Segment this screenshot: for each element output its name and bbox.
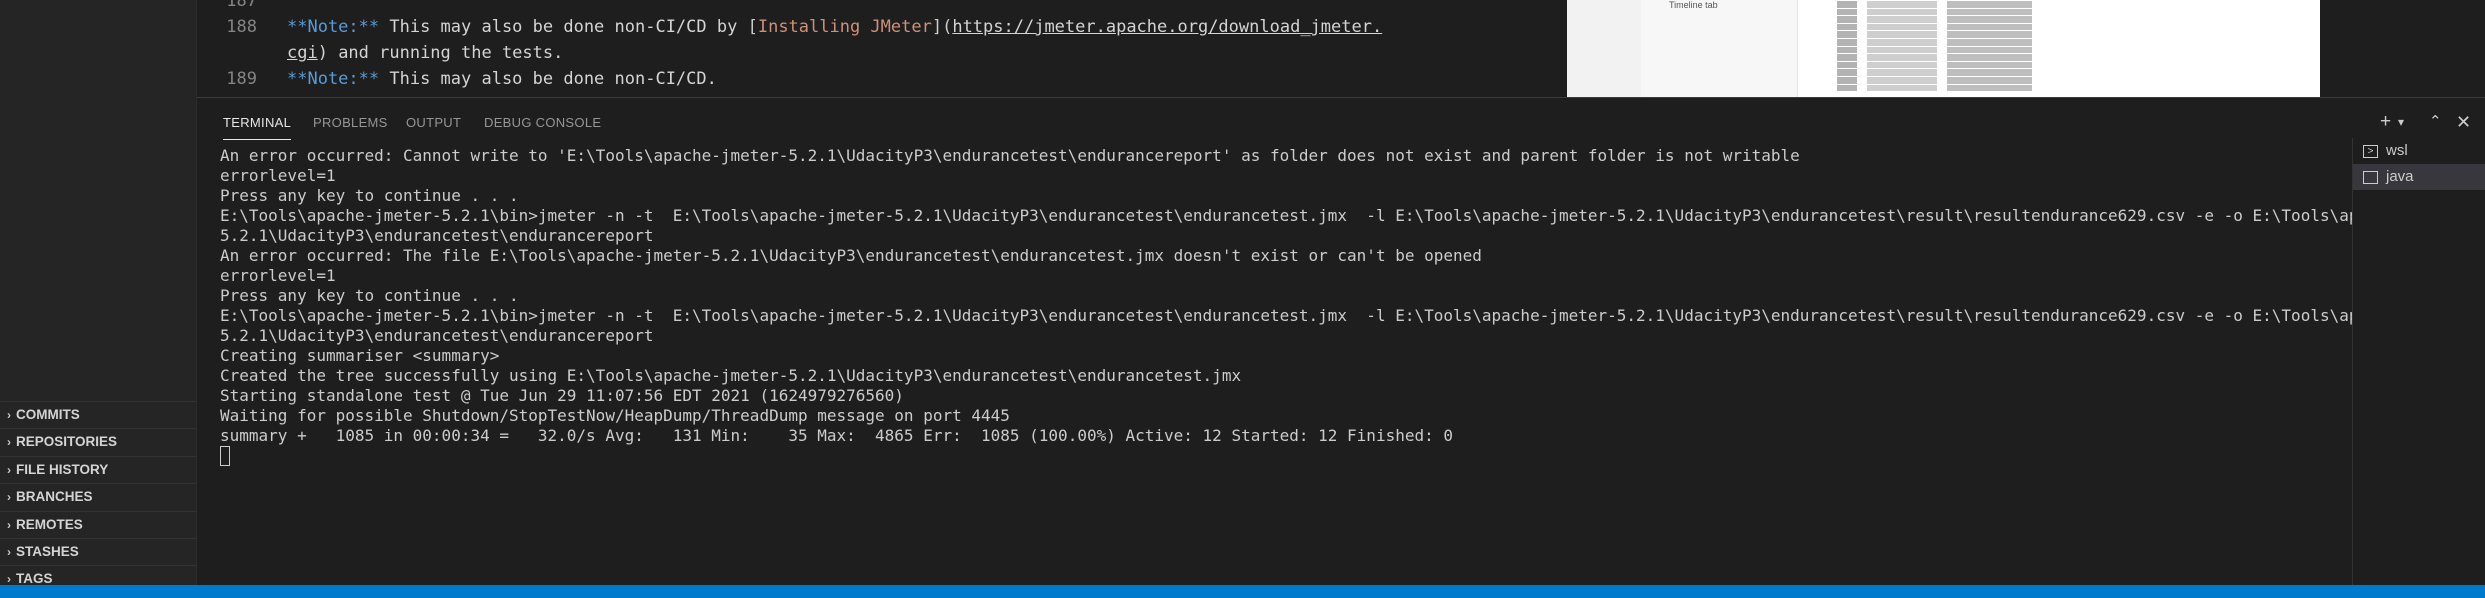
terminal-list: > wsl java [2352,138,2485,585]
editor-token: Installing JMeter [757,17,932,37]
terminal-line: errorlevel=1 [220,166,336,185]
preview-edge [2320,0,2402,97]
tab-debug-console[interactable]: DEBUG CONSOLE [484,112,601,134]
minimap[interactable] [2402,0,2485,97]
preview-nav: Timeline tab [1641,0,1798,97]
terminal-output[interactable]: An error occurred: Cannot write to 'E:\T… [220,146,2485,466]
terminal-line: E:\Tools\apache-jmeter-5.2.1\bin>jmeter … [220,306,2475,325]
preview-row [1837,1,2087,8]
chevron-down-icon[interactable]: ▾ [2398,110,2404,134]
editor-token: https://jmeter.apache.org/download_jmete… [952,17,1383,37]
preview-sidebar [1567,0,1641,97]
terminal-line: summary + 1085 in 00:00:34 = 32.0/s Avg:… [220,426,1453,445]
chevron-right-icon: › [7,435,11,450]
tab-problems[interactable]: PROBLEMS [313,112,388,134]
terminal-line: Waiting for possible Shutdown/StopTestNo… [220,406,1010,425]
editor-token: **Note:** [287,69,380,89]
sidebar-section-label: STASHES [16,543,79,559]
preview-pane: Timeline tab [1567,0,2402,97]
panel-tabs: TERMINAL PROBLEMS OUTPUT DEBUG CONSOLE +… [197,98,2485,144]
terminal-prompt-line[interactable] [220,445,2485,466]
editor-line[interactable]: 187 [197,0,287,14]
editor-line[interactable]: 188 **Note:** This may also be done non-C… [197,14,1382,40]
preview-row [1837,38,2087,46]
sidebar-section-label: REMOTES [16,516,83,532]
terminal-line: Created the tree successfully using E:\T… [220,366,1242,385]
preview-row [1837,54,2087,61]
sidebar-section-branches[interactable]: › BRANCHES [0,483,197,510]
chevron-right-icon: › [7,490,11,505]
editor-token: **Note:** [287,17,380,37]
terminal-line: An error occurred: The file E:\Tools\apa… [220,246,1482,265]
preview-row [1837,16,2087,23]
editor-token: ]( [931,17,953,37]
line-number: 189 [226,69,257,89]
preview-row [1837,69,2087,76]
preview-nav-item: Timeline tab [1669,0,1718,10]
terminal-line: errorlevel=1 [220,266,336,285]
tab-terminal[interactable]: TERMINAL [223,112,292,140]
panel: TERMINAL PROBLEMS OUTPUT DEBUG CONSOLE +… [197,97,2485,586]
terminal-icon: > [2363,144,2378,158]
editor-area[interactable]: 187 188 **Note:** This may also be done no… [197,0,1567,97]
sidebar-section-stashes[interactable]: › STASHES [0,537,197,565]
sidebar-section-commits[interactable]: › COMMITS [0,401,197,428]
terminal-line: E:\Tools\apache-jmeter-5.2.1\bin>jmeter … [220,206,2475,225]
chevron-right-icon: › [7,408,11,422]
terminal-line: An error occurred: Cannot write to 'E:\T… [220,146,1800,165]
terminal-line: 5.2.1\UdacityP3\endurancetest\endurancer… [220,226,654,245]
sidebar: › COMMITS › REPOSITORIES › FILE HISTORY › BRANC… [0,0,197,586]
editor-token: This may also be done non-CI/CD. [379,69,717,89]
line-number: 187 [226,0,257,11]
terminal-line: 5.2.1\UdacityP3\endurancetest\endurancer… [220,326,654,345]
preview-row [1837,76,2087,84]
terminal-line: Press any key to continue . . . [220,186,519,205]
sidebar-section-label: FILE HISTORY [16,461,109,477]
editor-line[interactable]: 189 **Note:** This may also be done non-C… [197,66,717,92]
preview-row [1837,23,2087,31]
sidebar-section-file-history[interactable]: › FILE HISTORY [0,455,197,483]
chevron-right-icon: › [7,462,11,477]
chevron-right-icon: › [7,544,11,559]
sidebar-section-label: COMMITS [16,407,80,422]
editor-line[interactable]: cgi) and running the tests. [197,40,563,66]
preview-row [1837,8,2087,16]
sidebar-section-repositories[interactable]: › REPOSITORIES [0,428,197,455]
preview-row [1837,61,2087,69]
terminal-cursor [220,445,230,466]
editor-token: cgi [287,43,318,63]
editor-token: This may also be done non-CI/CD by [379,17,748,37]
terminal-list-item-wsl[interactable]: > wsl [2353,138,2485,164]
sidebar-sections: › COMMITS › REPOSITORIES › FILE HISTORY › BRANC… [0,401,197,593]
plus-icon[interactable]: + [2380,110,2391,134]
terminal-line: Starting standalone test @ Tue Jun 29 11… [220,386,904,405]
sidebar-section-label: BRANCHES [16,489,93,505]
sidebar-section-label: REPOSITORIES [16,434,118,450]
terminal-list-label: java [2386,168,2414,185]
window-icon [2363,170,2378,184]
editor-token: ) and running the tests. [317,43,564,63]
preview-file-listing [1837,0,2087,97]
line-number: 188 [226,17,257,37]
terminal-list-item-java[interactable]: java [2353,164,2485,190]
status-bar [0,585,2485,598]
terminal-list-label: wsl [2386,142,2408,159]
sidebar-section-remotes[interactable]: › REMOTES [0,510,197,538]
chevron-up-icon[interactable]: ⌃ [2429,110,2442,134]
tab-output[interactable]: OUTPUT [406,112,461,134]
terminal-line: Creating summariser <summary> [220,346,500,365]
editor-token: [ [747,17,758,37]
close-icon[interactable]: ✕ [2456,110,2471,134]
terminal-line: Press any key to continue . . . [220,286,519,305]
preview-row [1837,84,2087,92]
preview-row [1837,46,2087,54]
chevron-right-icon: › [7,517,11,532]
preview-row [1837,31,2087,38]
